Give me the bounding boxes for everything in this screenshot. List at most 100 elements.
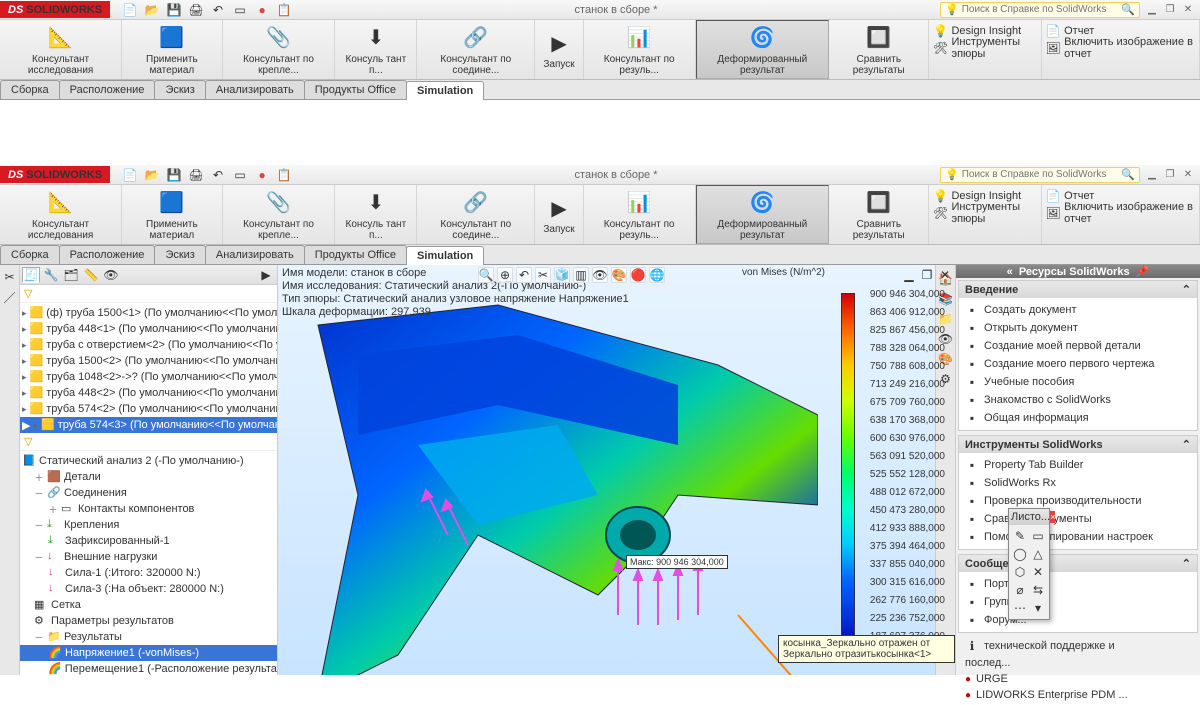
displacement-plot-node[interactable]: 🌈Перемещение1 (-Расположение результата-…: [20, 661, 277, 675]
contacts-node[interactable]: ＋▭Контакты компонентов: [20, 501, 277, 517]
resource-link[interactable]: ▪Помощь в копировании настроек: [962, 528, 1194, 546]
resource-link[interactable]: ▪Форум...: [962, 611, 1194, 629]
options-icon[interactable]: 📋: [276, 167, 292, 183]
palette-tool-icon[interactable]: ⇆: [1030, 582, 1046, 598]
resource-link[interactable]: ▪Группы...: [962, 593, 1194, 611]
resource-link[interactable]: ▪Учебные пособия: [962, 373, 1194, 391]
study-advisor-button[interactable]: 📐Консультант исследования: [0, 20, 122, 79]
open-icon[interactable]: 📂: [144, 2, 160, 18]
options-icon[interactable]: 📋: [276, 2, 292, 18]
zoom-fit-icon[interactable]: 🔍: [478, 267, 494, 283]
feature-tree[interactable]: ▸🟨(ф) труба 1500<1> (По умолчанию<<По ум…: [20, 303, 277, 433]
appearance-icon[interactable]: 🔴: [630, 267, 646, 283]
connection-advisor-button[interactable]: 🔗Консультант по соедине...: [417, 20, 535, 79]
floating-palette[interactable]: Листо...× ✎ ▭ ◯ △ ⬡ ✕ ⌀ ⇆ ⋯ ▾: [1008, 508, 1050, 620]
tree-item[interactable]: ▸🟨труба 1500<2> (По умолчанию<<По умолча…: [20, 353, 277, 369]
plot-tools-button[interactable]: 🛠Инструменты эпюры: [933, 39, 1037, 56]
fixtures-node[interactable]: －⤓Крепления: [20, 517, 277, 533]
palette-tool-icon[interactable]: ▭: [1030, 528, 1046, 544]
render-icon[interactable]: 🌐: [649, 267, 665, 283]
tab-assembly[interactable]: Сборка: [0, 80, 60, 99]
select-icon[interactable]: ▭: [232, 167, 248, 183]
view-orient-icon[interactable]: 🧊: [554, 267, 570, 283]
tree-item[interactable]: ▸🟨труба 448<2> (По умолчанию<<По умолчан…: [20, 385, 277, 401]
line-icon[interactable]: ／: [2, 289, 18, 305]
restore-icon[interactable]: ❐: [1162, 2, 1178, 18]
urgent-link[interactable]: ● URGE: [962, 671, 1194, 687]
print-icon[interactable]: 🖨: [188, 167, 204, 183]
apply-material-button[interactable]: 🟦Применить материал: [122, 185, 222, 244]
undo-icon[interactable]: ↶: [210, 2, 226, 18]
tab-assembly[interactable]: Сборка: [0, 245, 60, 264]
connection-advisor-button[interactable]: 🔗Консультант по соедине...: [417, 185, 535, 244]
palette-tool-icon[interactable]: ▾: [1030, 600, 1046, 616]
pdm-link[interactable]: ● LIDWORKS Enterprise PDM ...: [962, 687, 1194, 703]
select-icon[interactable]: ▭: [232, 2, 248, 18]
vp-min-icon[interactable]: ▁: [901, 267, 917, 283]
resource-link[interactable]: ▪Создание моей первой детали: [962, 337, 1194, 355]
run-button[interactable]: ▶Запуск: [535, 185, 583, 244]
close-icon[interactable]: ✕: [1180, 2, 1196, 18]
help-search[interactable]: 💡🔍: [940, 167, 1140, 183]
vp-max-icon[interactable]: ❐: [919, 267, 935, 283]
feature-tree-tab-icon[interactable]: 🧾: [22, 267, 40, 283]
pin-icon[interactable]: 📌: [1136, 265, 1150, 278]
tab-simulation[interactable]: Simulation: [406, 81, 484, 100]
include-image-button[interactable]: 🖼Включить изображение в отчет: [1046, 204, 1195, 221]
results-advisor-button[interactable]: 📊Консультант по резуль...: [584, 185, 696, 244]
resource-link[interactable]: ▪Создание моего первого чертежа: [962, 355, 1194, 373]
resource-link[interactable]: ▪Общая информация: [962, 409, 1194, 427]
tree-item[interactable]: ▸🟨труба 1048<2>->? (По умолчанию<<По умо…: [20, 369, 277, 385]
tools-section-header[interactable]: Инструменты SolidWorks⌃: [959, 436, 1197, 453]
resource-link[interactable]: ▪Портал...: [962, 575, 1194, 593]
minimize-icon[interactable]: ▁: [1144, 167, 1160, 183]
deformed-result-button[interactable]: 🌀Деформированный результат: [696, 185, 829, 244]
parts-node[interactable]: ＋🟫Детали: [20, 469, 277, 485]
palette-tool-icon[interactable]: ✎: [1012, 528, 1028, 544]
cut-icon[interactable]: ✂: [2, 269, 18, 285]
include-image-button[interactable]: 🖼Включить изображение в отчет: [1046, 39, 1195, 56]
hide-show-icon[interactable]: 👁: [592, 267, 608, 283]
prev-view-icon[interactable]: ↶: [516, 267, 532, 283]
compare-results-button[interactable]: 🔲Сравнить результаты: [829, 20, 929, 79]
display-style-icon[interactable]: ▥: [573, 267, 589, 283]
resource-link[interactable]: ▪Сравнить документы: [962, 510, 1194, 528]
tree-item[interactable]: ▸🟨труба с отверстием<2> (По умолчанию<<П…: [20, 337, 277, 353]
restore-icon[interactable]: ❐: [1162, 167, 1178, 183]
results-advisor-button[interactable]: 📊Консультант по резуль...: [584, 20, 696, 79]
deformed-result-button[interactable]: 🌀Деформированный результат: [696, 20, 829, 79]
palette-tool-icon[interactable]: ✕: [1030, 564, 1046, 580]
tree-item[interactable]: ▸🟨труба 574<2> (По умолчанию<<По умолчан…: [20, 401, 277, 417]
open-icon[interactable]: 📂: [144, 167, 160, 183]
fixed-node[interactable]: ⤓Зафиксированный-1: [20, 533, 277, 549]
advisor-button[interactable]: ⬇Консуль тант п...: [335, 20, 417, 79]
connections-node[interactable]: －🔗Соединения: [20, 485, 277, 501]
compare-results-button[interactable]: 🔲Сравнить результаты: [829, 185, 929, 244]
palette-close-icon[interactable]: ×: [1050, 511, 1055, 523]
help-search[interactable]: 💡🔍: [940, 2, 1140, 18]
search-go-icon[interactable]: 🔍: [1121, 168, 1135, 181]
palette-tool-icon[interactable]: ⌀: [1012, 582, 1028, 598]
loads-node[interactable]: －↓Внешние нагрузки: [20, 549, 277, 565]
study-node[interactable]: 📘Статический анализ 2 (-По умолчанию-): [20, 453, 277, 469]
save-icon[interactable]: 💾: [166, 2, 182, 18]
mesh-node[interactable]: ▦Сетка: [20, 597, 277, 613]
close-icon[interactable]: ✕: [1180, 167, 1196, 183]
palette-titlebar[interactable]: Листо...×: [1009, 509, 1049, 525]
search-go-icon[interactable]: 🔍: [1121, 3, 1135, 16]
apply-material-button[interactable]: 🟦Применить материал: [122, 20, 222, 79]
tree-item-selected[interactable]: ▶▸🟨труба 574<3> (По умолчанию<<По умолча…: [20, 417, 277, 433]
new-icon[interactable]: 📄: [122, 167, 138, 183]
tab-sketch[interactable]: Эскиз: [154, 80, 205, 99]
rebuild-icon[interactable]: ●: [254, 167, 270, 183]
tab-evaluate[interactable]: Анализировать: [205, 245, 305, 264]
filter-bar[interactable]: ▽: [20, 433, 277, 451]
new-icon[interactable]: 📄: [122, 2, 138, 18]
zoom-area-icon[interactable]: ⊕: [497, 267, 513, 283]
recent-link[interactable]: послед...: [962, 655, 1194, 671]
result-options-node[interactable]: ⚙Параметры результатов: [20, 613, 277, 629]
minimize-icon[interactable]: ▁: [1144, 2, 1160, 18]
tab-office[interactable]: Продукты Office: [304, 80, 407, 99]
palette-tool-icon[interactable]: △: [1030, 546, 1046, 562]
graphics-viewport[interactable]: 🔍 ⊕ ↶ ✂ 🧊 ▥ 👁 🎨 🔴 🌐 ▁ ❐ ✕ Имя модели: ст…: [278, 265, 955, 675]
